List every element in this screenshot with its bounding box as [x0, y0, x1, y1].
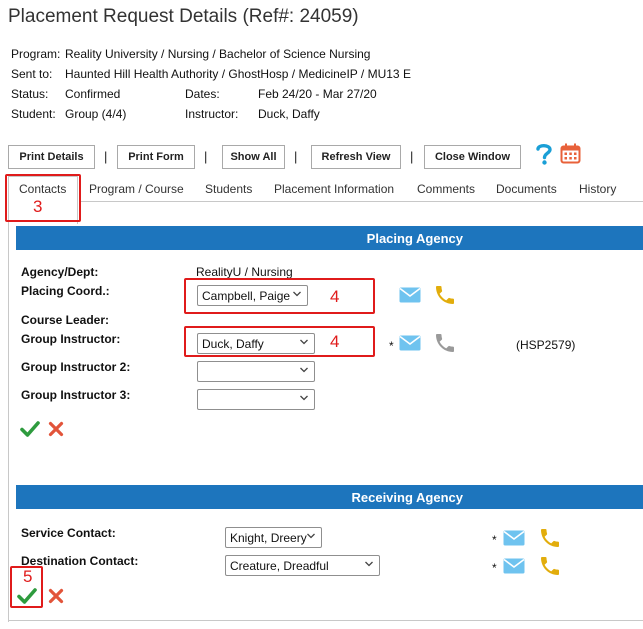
annotation-number-4: 4: [330, 332, 340, 351]
toolbar-separator: |: [104, 149, 108, 164]
toolbar-separator: |: [410, 149, 414, 164]
group-instructor-2-select[interactable]: [197, 361, 315, 382]
phone-icon[interactable]: [433, 331, 457, 358]
service-contact-selected: Knight, Dreery: [230, 530, 307, 545]
toolbar-separator: |: [204, 149, 208, 164]
agency-dept-value: RealityU / Nursing: [196, 265, 293, 279]
check-icon-glyph: [20, 421, 40, 437]
required-marker: *: [492, 533, 497, 547]
panel-left-border: [8, 224, 9, 622]
check-icon[interactable]: [17, 587, 37, 608]
show-all-button[interactable]: Show All: [222, 145, 285, 169]
phone-icon-glyph: [541, 529, 559, 547]
student-value: Group (4/4): [65, 107, 127, 121]
print-details-button[interactable]: Print Details: [8, 145, 95, 169]
cancel-icon[interactable]: [48, 588, 64, 607]
course-leader-label: Course Leader:: [21, 313, 110, 327]
chevron-down-icon: [365, 561, 373, 567]
tab-placement-information[interactable]: Placement Information: [274, 182, 394, 196]
help-icon-glyph: [536, 143, 552, 165]
phone-icon-glyph: [541, 557, 559, 575]
chevron-down-icon: [300, 367, 308, 373]
instructor-value: Duck, Daffy: [258, 107, 320, 121]
phone-icon[interactable]: [538, 554, 562, 581]
group-instructor-3-select[interactable]: [197, 389, 315, 410]
destination-contact-selected: Creature, Dreadful: [230, 558, 329, 573]
agency-dept-label: Agency/Dept:: [21, 265, 99, 279]
annotation-number-4: 4: [330, 287, 340, 306]
cancel-icon-glyph: [48, 588, 64, 604]
phone-icon-glyph: [436, 334, 454, 352]
receiving-agency-header: Receiving Agency: [16, 485, 643, 509]
tab-strip-divider: [80, 201, 643, 202]
print-form-button[interactable]: Print Form: [117, 145, 195, 169]
placing-coord-label: Placing Coord.:: [21, 284, 110, 298]
tab-history[interactable]: History: [579, 182, 616, 196]
tab-documents[interactable]: Documents: [496, 182, 557, 196]
phone-icon-glyph: [436, 286, 454, 304]
envelope-icon-glyph: [399, 335, 421, 351]
group-instructor-2-label: Group Instructor 2:: [21, 360, 131, 374]
annotation-number-5: 5: [23, 567, 33, 586]
destination-contact-select[interactable]: Creature, Dreadful: [225, 555, 380, 576]
envelope-icon[interactable]: [503, 558, 525, 577]
hsp-code: (HSP2579): [516, 338, 576, 352]
annotation-box-4: [184, 278, 375, 314]
student-label: Student:: [11, 107, 56, 121]
service-contact-select[interactable]: Knight, Dreery: [225, 527, 322, 548]
envelope-icon-glyph: [503, 558, 525, 574]
phone-icon[interactable]: [433, 283, 457, 310]
placing-agency-header: Placing Agency: [16, 226, 643, 250]
dates-label: Dates:: [185, 87, 220, 101]
service-contact-label: Service Contact:: [21, 526, 116, 540]
dates-value: Feb 24/20 - Mar 27/20: [258, 87, 377, 101]
annotation-number-3: 3: [33, 197, 43, 216]
envelope-icon[interactable]: [399, 335, 421, 354]
group-instructor-3-label: Group Instructor 3:: [21, 388, 131, 402]
panel-bottom-border: [8, 620, 643, 621]
page-title: Placement Request Details (Ref#: 24059): [8, 6, 359, 27]
annotation-box-4: [184, 326, 375, 357]
cancel-icon-glyph: [48, 421, 64, 437]
envelope-icon[interactable]: [503, 530, 525, 549]
group-instructor-label: Group Instructor:: [21, 332, 121, 346]
calendar-icon[interactable]: [560, 143, 581, 167]
required-marker: *: [389, 339, 394, 353]
calendar-icon-glyph: [560, 143, 581, 164]
check-icon-glyph: [17, 588, 37, 604]
chevron-down-icon: [300, 395, 308, 401]
close-window-button[interactable]: Close Window: [424, 145, 521, 169]
cancel-icon[interactable]: [48, 421, 64, 440]
phone-icon[interactable]: [538, 526, 562, 553]
program-label: Program:: [11, 47, 61, 61]
envelope-icon-glyph: [399, 287, 421, 303]
check-icon[interactable]: [20, 420, 40, 441]
tab-students[interactable]: Students: [205, 182, 252, 196]
status-value: Confirmed: [65, 87, 121, 101]
toolbar-separator: |: [294, 149, 298, 164]
status-label: Status:: [11, 87, 49, 101]
tab-comments[interactable]: Comments: [417, 182, 475, 196]
refresh-view-button[interactable]: Refresh View: [311, 145, 401, 169]
program-value: Reality University / Nursing / Bachelor …: [65, 47, 371, 61]
chevron-down-icon: [307, 533, 315, 539]
envelope-icon[interactable]: [399, 287, 421, 306]
help-icon[interactable]: [535, 142, 553, 169]
sent-to-label: Sent to:: [11, 67, 53, 81]
tab-program-course[interactable]: Program / Course: [89, 182, 184, 196]
annotation-box-3: [5, 174, 81, 222]
sent-to-value: Haunted Hill Health Authority / GhostHos…: [65, 67, 411, 81]
instructor-label: Instructor:: [185, 107, 239, 121]
required-marker: *: [492, 561, 497, 575]
envelope-icon-glyph: [503, 530, 525, 546]
